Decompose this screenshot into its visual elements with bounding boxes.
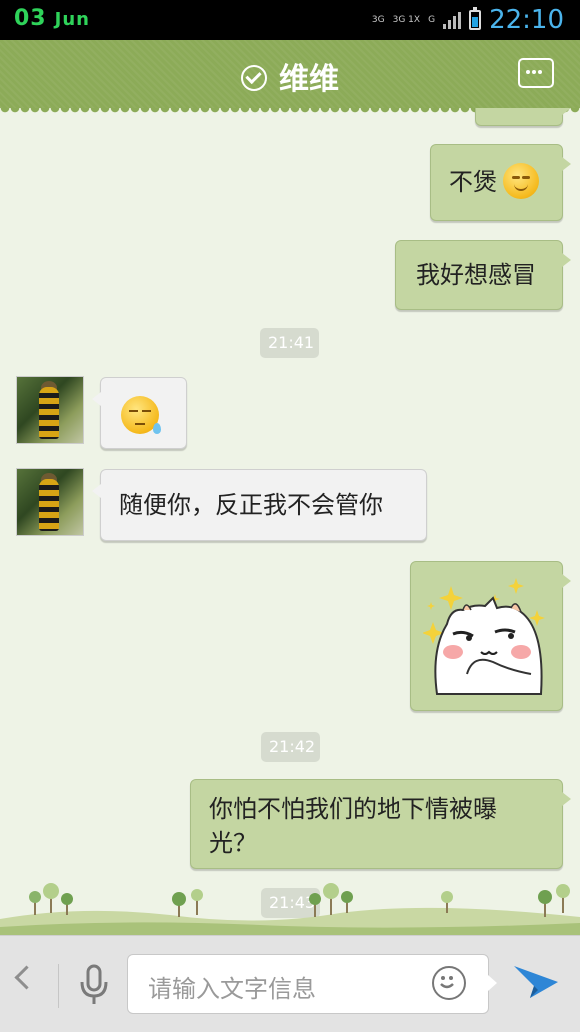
status-icons: 3G 3G 1X G 22:10	[372, 4, 564, 36]
dot-icon	[532, 70, 536, 74]
contact-avatar[interactable]	[16, 468, 84, 536]
chat-header: 维维	[0, 40, 580, 114]
input-placeholder: 请输入文字信息	[148, 975, 316, 1003]
contact-avatar[interactable]	[16, 376, 84, 444]
partial-message-bubble[interactable]	[475, 108, 571, 126]
message-bubble-in[interactable]: 随便你，反正我不会管你	[92, 469, 427, 541]
message-bubble-out[interactable]: 你怕不怕我们的地下情被曝光？	[190, 779, 571, 869]
timestamp: 21:43	[261, 888, 320, 918]
microphone-icon[interactable]	[78, 964, 110, 1006]
timestamp: 21:42	[261, 732, 320, 762]
network-3g1x-label: 3G 1X	[392, 15, 421, 25]
message-bubble-in-emoji[interactable]	[92, 377, 187, 449]
chat-title: 维维	[0, 54, 580, 98]
check-circle-icon	[241, 64, 267, 91]
message-text: 我好想感冒	[416, 261, 536, 289]
contact-name: 维维	[279, 62, 339, 97]
timestamp: 21:41	[260, 328, 319, 358]
signal-icon	[443, 11, 462, 29]
message-text: 你怕不怕我们的地下情被曝光？	[209, 795, 497, 857]
sleepy-emoji-icon	[121, 396, 161, 434]
date-month: Jun	[54, 9, 90, 30]
smile-emoji-icon	[503, 163, 539, 199]
send-button[interactable]	[512, 962, 560, 1004]
input-bar: 请输入文字信息	[0, 935, 580, 1032]
date-day: 03	[14, 6, 47, 31]
more-options-button[interactable]	[518, 58, 554, 88]
status-date: 03 Jun	[14, 6, 90, 31]
status-bar: 03 Jun 3G 3G 1X G 22:10	[0, 0, 580, 40]
emoji-picker-button[interactable]	[432, 966, 466, 1000]
dot-icon	[526, 70, 530, 74]
message-text: 随便你，反正我不会管你	[119, 491, 383, 519]
network-3g-label: 3G	[371, 15, 385, 25]
message-bubble-out[interactable]: 我好想感冒	[395, 240, 571, 310]
divider	[58, 964, 59, 1008]
chat-area[interactable]: 不煲 我好想感冒 21:41 随便你，反正我不会管你 21:42 你怕不怕我们的…	[0, 108, 580, 935]
smiley-icon	[439, 975, 454, 988]
message-bubble-out[interactable]: 不煲	[430, 144, 571, 221]
sticker-message-bubble[interactable]	[410, 561, 571, 711]
message-text: 不煲	[449, 168, 497, 196]
network-g-label: G	[428, 15, 436, 25]
collapse-arrow-icon[interactable]	[14, 965, 39, 990]
cat-sticker-image	[423, 578, 545, 695]
battery-icon	[469, 7, 482, 30]
status-time: 22:10	[489, 5, 564, 35]
dot-icon	[538, 70, 542, 74]
